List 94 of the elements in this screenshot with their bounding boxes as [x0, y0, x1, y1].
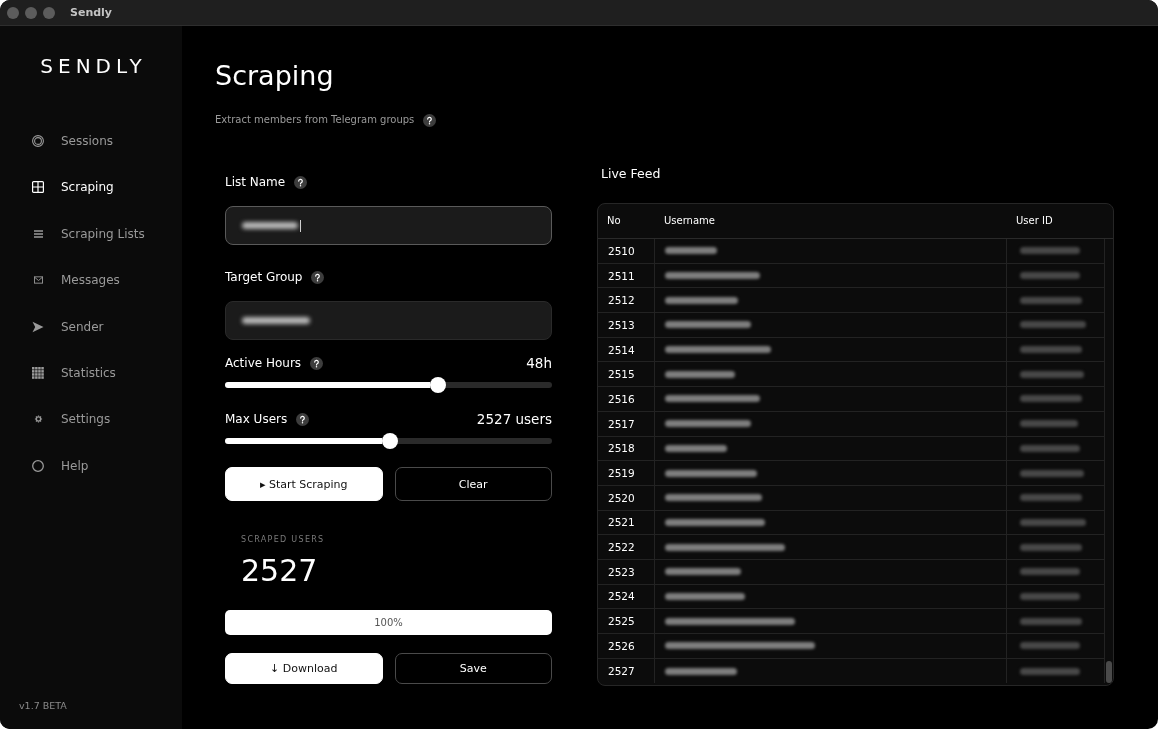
- text-field[interactable]: [225, 301, 552, 340]
- send-arrow-icon: [32, 320, 44, 333]
- blurred-username: [665, 370, 735, 378]
- start-button[interactable]: ▸ Start Scraping: [225, 467, 383, 501]
- slider-label: Max Users: [225, 411, 288, 427]
- blurred-text: [242, 222, 298, 229]
- field-label: Target Group: [225, 269, 303, 285]
- blurred-user-id: [1020, 494, 1082, 502]
- close-button[interactable]: [7, 6, 19, 19]
- blurred-user-id: [1020, 518, 1086, 526]
- sidebar-item[interactable]: Sessions: [0, 123, 182, 159]
- window-title: Sendly: [70, 5, 113, 20]
- page-subtitle: Extract members from Telegram groups: [215, 113, 415, 127]
- sidebar-item[interactable]: Scraping Lists: [0, 215, 182, 252]
- table-cell: 2514: [608, 342, 635, 357]
- blurred-user-id: [1020, 444, 1080, 452]
- column-header: User ID: [1015, 214, 1053, 228]
- table-cell: 2513: [608, 317, 635, 332]
- table-cell: 2522: [608, 540, 635, 555]
- grid-icon: [32, 366, 44, 379]
- sidebar-item[interactable]: Statistics: [0, 354, 182, 391]
- blurred-user-id: [1020, 617, 1082, 625]
- version-label: v1.7 BETA: [19, 700, 67, 712]
- squared-plus-icon: [32, 181, 44, 194]
- blurred-user-id: [1020, 642, 1080, 650]
- blurred-user-id: [1020, 296, 1082, 304]
- blurred-user-id: [1020, 346, 1082, 354]
- help-icon[interactable]: [311, 270, 325, 284]
- clear-button[interactable]: Clear: [394, 467, 552, 501]
- settings-icon: [33, 415, 43, 424]
- text-field[interactable]: [225, 206, 552, 245]
- stat-label: SCRAPED USERS: [241, 535, 325, 545]
- blurred-user-id: [1020, 543, 1082, 551]
- blurred-user-id: [1020, 667, 1080, 675]
- table-cell: 2518: [608, 441, 635, 456]
- blurred-user-id: [1020, 395, 1082, 403]
- blurred-user-id: [1020, 568, 1080, 576]
- table-cell: 2511: [608, 268, 635, 283]
- stat-value: 2527: [241, 553, 318, 589]
- table-cell: 2516: [608, 391, 635, 406]
- slider-thumb[interactable]: [429, 377, 446, 393]
- blurred-username: [665, 444, 727, 452]
- table-cell: 2520: [608, 490, 635, 505]
- table-cell: 2521: [608, 515, 635, 530]
- slider-label: Active Hours: [225, 355, 302, 371]
- maximize-button[interactable]: [43, 6, 55, 19]
- blurred-user-id: [1020, 321, 1086, 329]
- blurred-username: [665, 667, 737, 675]
- circle-icon: [32, 459, 44, 472]
- envelope-icon: [33, 276, 43, 285]
- list-icon: [33, 229, 43, 238]
- table-cell: 2525: [608, 614, 635, 629]
- progress-value: 100%: [374, 616, 403, 629]
- table-cell: 2510: [608, 243, 635, 258]
- save-button[interactable]: Save: [394, 653, 552, 684]
- table-cell: 2526: [608, 638, 635, 653]
- blurred-user-id: [1020, 247, 1080, 255]
- field-label: List Name: [225, 174, 286, 190]
- concentric-circles-icon: [32, 135, 44, 147]
- table-cell: 2523: [608, 564, 635, 579]
- blurred-text: [242, 317, 310, 324]
- text-cursor-icon: [300, 219, 301, 232]
- minimize-button[interactable]: [25, 6, 37, 19]
- section-title: Live Feed: [601, 166, 661, 182]
- blurred-username: [665, 247, 717, 255]
- blurred-user-id: [1020, 370, 1084, 378]
- blurred-user-id: [1020, 420, 1078, 428]
- help-icon[interactable]: [296, 412, 310, 426]
- table-cell: 2512: [608, 293, 635, 308]
- blurred-user-id: [1020, 469, 1084, 477]
- slider-thumb[interactable]: [382, 433, 399, 449]
- page-title: Scraping: [215, 60, 334, 92]
- column-header: Username: [663, 214, 715, 228]
- sidebar-item[interactable]: Messages: [0, 262, 182, 299]
- help-icon[interactable]: [423, 113, 437, 127]
- table-cell: 2527: [608, 664, 635, 679]
- slider-value: 2527 users: [476, 411, 552, 427]
- logo: SENDLY: [40, 54, 147, 78]
- blurred-user-id: [1020, 272, 1080, 280]
- table-cell: 2524: [608, 589, 635, 604]
- sidebar-item[interactable]: Help: [0, 447, 182, 484]
- blurred-user-id: [1020, 592, 1080, 600]
- sidebar-item[interactable]: Sender: [0, 308, 182, 345]
- help-icon[interactable]: [310, 356, 324, 370]
- sidebar-item[interactable]: Settings: [0, 401, 182, 438]
- column-header: No: [606, 214, 621, 228]
- table-cell: 2515: [608, 367, 635, 382]
- sidebar-item[interactable]: Scraping: [0, 169, 182, 206]
- slider-value: 48h: [526, 355, 552, 371]
- table-cell: 2519: [608, 466, 635, 481]
- scrollbar-thumb[interactable]: [1106, 661, 1112, 683]
- help-icon[interactable]: [294, 175, 308, 189]
- download-button[interactable]: ↓ Download: [225, 653, 383, 684]
- table-cell: 2517: [608, 416, 635, 431]
